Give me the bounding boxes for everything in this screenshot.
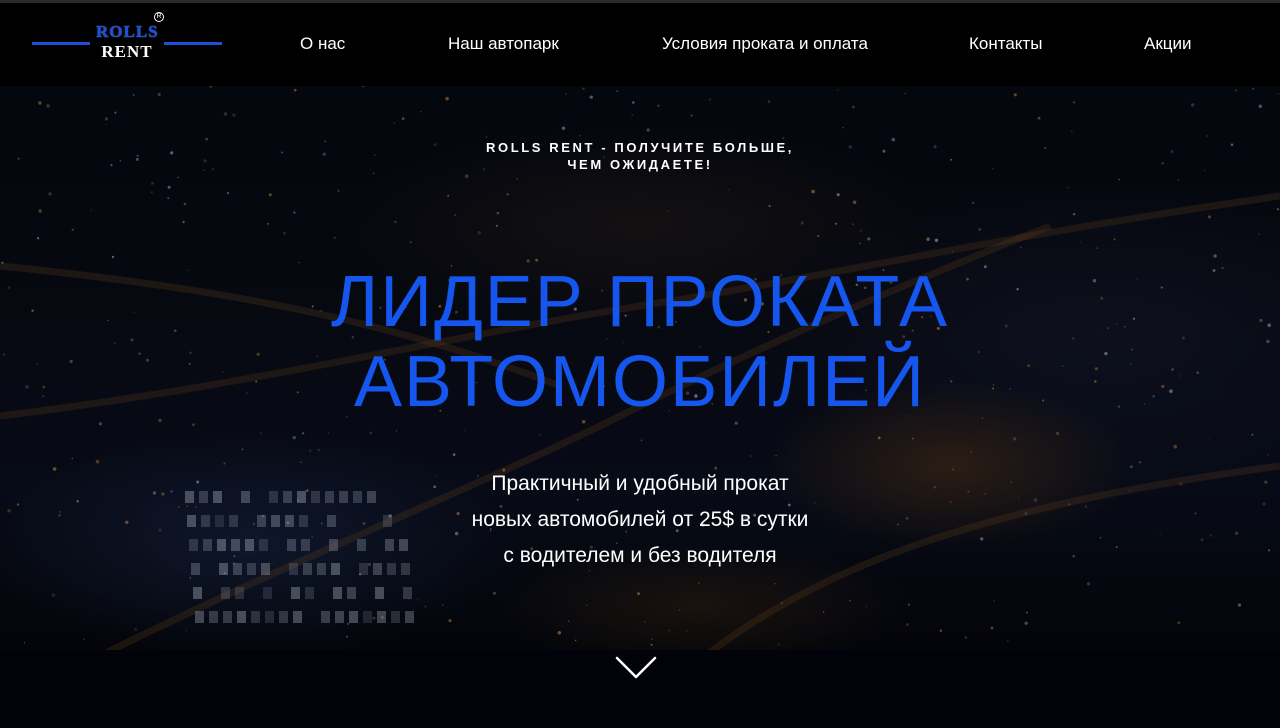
registered-mark-icon: R <box>154 12 164 22</box>
hero-headline: ЛИДЕР ПРОКАТА АВТОМОБИЛЕЙ <box>0 262 1280 422</box>
headline-line-1: ЛИДЕР ПРОКАТА <box>331 262 949 342</box>
hero-description: Практичный и удобный прокат новых автомо… <box>0 466 1280 574</box>
nav-item-promotions[interactable]: Акции <box>1144 33 1192 55</box>
nav-item-contacts[interactable]: Контакты <box>969 33 1042 55</box>
rolls-rent-logo[interactable]: ROLLS RENT R <box>32 12 222 65</box>
hero-tagline: ROLLS RENT - ПОЛУЧИТЕ БОЛЬШЕ, ЧЕМ ОЖИДАЕ… <box>0 139 1280 173</box>
description-line-3: с водителем и без водителя <box>503 544 777 567</box>
description-line-1: Практичный и удобный прокат <box>491 472 789 495</box>
logo-left-line <box>32 42 90 45</box>
headline-line-2: АВТОМОБИЛЕЙ <box>354 342 926 422</box>
tagline-line-1: ROLLS RENT - ПОЛУЧИТЕ БОЛЬШЕ, <box>486 140 794 155</box>
nav-item-fleet[interactable]: Наш автопарк <box>448 33 559 55</box>
logo-right-line <box>164 42 222 45</box>
tagline-line-2: ЧЕМ ОЖИДАЕТЕ! <box>567 157 713 172</box>
nav-item-terms[interactable]: Условия проката и оплата <box>662 33 868 55</box>
landing-page: ROLLS RENT R О нас Наш автопарк Условия … <box>0 0 1280 728</box>
description-line-2: новых автомобилей от 25$ в сутки <box>471 508 809 531</box>
site-header: ROLLS RENT R О нас Наш автопарк Условия … <box>0 3 1280 86</box>
logo-word-rent: RENT <box>101 42 153 61</box>
logo-word-rolls: ROLLS <box>96 22 159 41</box>
chevron-down-icon[interactable] <box>615 655 657 681</box>
nav-item-about[interactable]: О нас <box>300 33 345 55</box>
